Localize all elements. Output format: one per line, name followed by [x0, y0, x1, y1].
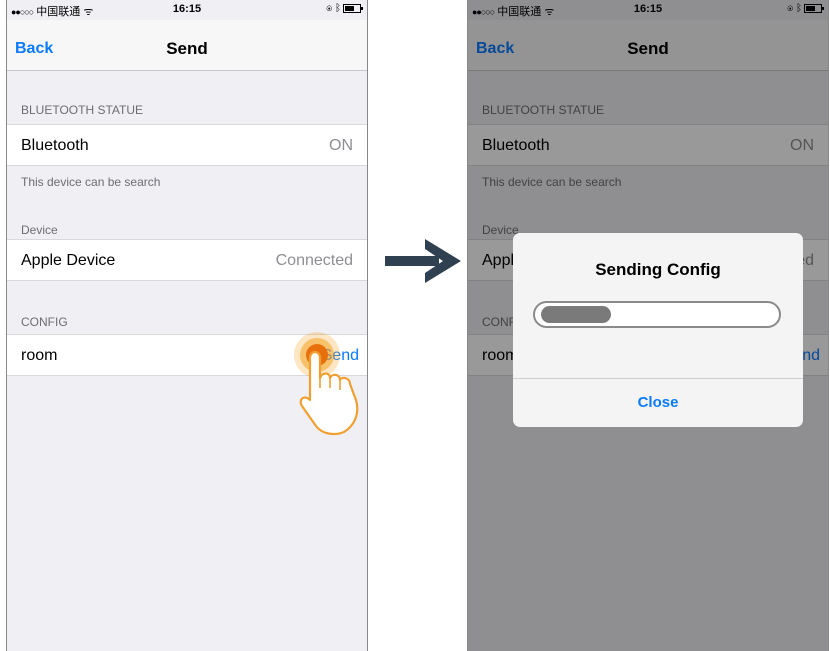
- device-cell[interactable]: Apple Device Connected: [7, 239, 367, 281]
- page-title: Send: [166, 39, 208, 58]
- bluetooth-status: ON: [329, 137, 353, 154]
- tap-hand-icon: [294, 332, 359, 436]
- bluetooth-label: Bluetooth: [21, 137, 89, 154]
- status-icons: ◉ ᛒ: [326, 3, 363, 14]
- device-label: Apple Device: [21, 252, 116, 269]
- phone-screen-after: ●●○○○ 中国联通 ᯤ 16:15 ◉ ᛒ Back Send BLUETOO…: [467, 0, 829, 651]
- section-header-bluetooth: BLUETOOTH STATUE: [21, 103, 144, 117]
- bluetooth-icon: ᛒ: [335, 3, 341, 14]
- section-header-config: CONFIG: [21, 315, 68, 329]
- section-header-device: Device: [21, 223, 58, 237]
- alert-title: Sending Config: [595, 260, 721, 279]
- nav-bar: Back Send: [7, 20, 367, 71]
- sending-config-alert: Sending Config Close: [513, 233, 803, 427]
- battery-icon: [343, 3, 363, 13]
- bluetooth-cell[interactable]: Bluetooth ON: [7, 124, 367, 166]
- config-label: room: [21, 347, 58, 364]
- progress-fill: [541, 306, 611, 323]
- arrow-right-icon: [385, 239, 461, 283]
- device-status: Connected: [275, 252, 353, 269]
- status-time: 16:15: [172, 3, 202, 15]
- close-button[interactable]: Close: [513, 379, 803, 427]
- progress-bar: [533, 301, 781, 328]
- status-bar: ●●○○○ 中国联通 ᯤ 16:15 ◉ ᛒ: [7, 0, 367, 20]
- alarm-icon: ◉: [326, 3, 333, 14]
- bluetooth-note: This device can be search: [21, 175, 161, 189]
